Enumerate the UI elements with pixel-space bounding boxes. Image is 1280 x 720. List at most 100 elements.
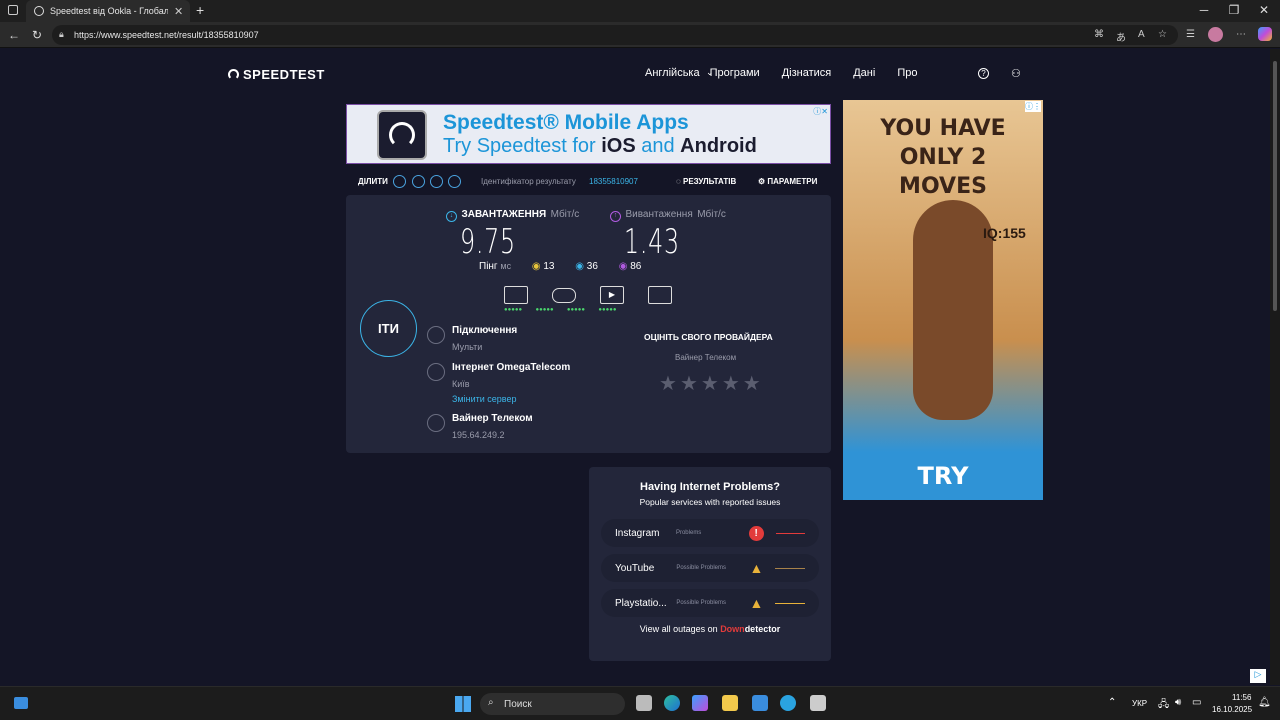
file-explorer-icon[interactable] (722, 695, 738, 711)
warning-icon: ▲ (749, 560, 764, 576)
globe-icon (427, 363, 445, 381)
ad-choices-icon[interactable]: ⓘ⋮ (1025, 101, 1041, 112)
favorite-star-icon[interactable]: ☆ (1158, 29, 1167, 40)
read-aloud-icon[interactable]: A (1138, 29, 1145, 40)
speedtest-app-icon (377, 110, 427, 160)
favorites-icon[interactable]: ☰ (1186, 29, 1195, 40)
clock-time[interactable]: 11:56 (1232, 693, 1251, 702)
alert-icon: ! (748, 525, 764, 541)
more-icon[interactable]: ⋯ (1236, 29, 1246, 40)
tab-actions-icon[interactable] (8, 5, 18, 15)
back-icon[interactable]: ← (8, 28, 20, 42)
browser-tab[interactable]: Speedtest від Ookla - Глобальни ✕ (26, 0, 190, 22)
taskbar: ⌕ Поиск ⌃ УКР 🖧︎ 🔊︎ ▭ 11:56 16.10.2025 🔔… (0, 686, 1280, 720)
result-id[interactable]: 18355810907 (589, 177, 638, 186)
profile-avatar[interactable] (1208, 27, 1223, 42)
facebook-icon[interactable] (430, 175, 444, 188)
widgets-icon[interactable] (14, 697, 28, 709)
connection-label: Підключення (452, 325, 518, 336)
settings-button[interactable]: ⚙ ПАРАМЕТРИ (758, 177, 817, 186)
site-info-icon[interactable]: 🔒︎ (59, 29, 64, 40)
ping-row: Пінг мс ◉ 13 ◉ 36 ◉ 86 (479, 261, 641, 272)
language-chevron-down-icon[interactable]: ⌄ (706, 67, 714, 78)
task-view-icon[interactable] (636, 695, 652, 711)
close-tab-icon[interactable]: ✕ (174, 5, 183, 18)
notification-icon[interactable]: 🔔︎ (1258, 697, 1271, 708)
outages-link[interactable]: View all outages on Downdetector (601, 624, 819, 634)
share-label: ДІЛИТИ (358, 176, 388, 186)
results-button[interactable]: ◌ РЕЗУЛЬТАТІВ (676, 177, 736, 186)
game-ad[interactable]: YOU HAVE ONLY 2 MOVES IQ:155 TRY ⓘ⋮ (843, 100, 1043, 500)
battery-icon[interactable]: ▭ (1192, 697, 1201, 708)
ping-up-value: 86 (630, 261, 642, 272)
rating-stars: ★ ★ ★ ★ ★ (659, 371, 764, 396)
rate-provider: Вайнер Телеком (675, 353, 737, 362)
mobile-apps-ad[interactable]: Speedtest® Mobile Apps Try Speedtest for… (346, 104, 831, 164)
twitter-icon[interactable] (411, 175, 425, 188)
scrollbar[interactable] (1270, 49, 1280, 685)
nav-language[interactable]: Англійська (645, 67, 700, 79)
clock-date[interactable]: 16.10.2025 (1212, 705, 1252, 714)
change-server-link[interactable]: Змінити сервер (452, 394, 516, 404)
provider-ip: 195.64.249.2 (452, 430, 505, 440)
user-icon[interactable]: ⚇ (1011, 67, 1021, 80)
address-bar-row: ← ↻ 🔒︎ https://www.speedtest.net/result/… (0, 22, 1280, 48)
refresh-icon[interactable]: ↻ (32, 28, 42, 42)
star-icon[interactable]: ★ (743, 373, 761, 395)
link-icon[interactable] (393, 175, 407, 188)
speedtest-favicon-icon (34, 6, 44, 16)
star-icon[interactable]: ★ (701, 373, 719, 395)
minimize-button[interactable]: ─ (1196, 3, 1212, 17)
service-row-instagram[interactable]: Instagram Problems ! (601, 519, 819, 547)
new-tab-button[interactable]: + (196, 2, 204, 18)
volume-icon[interactable]: 🔊︎ (1175, 697, 1181, 708)
nav-apps[interactable]: Програми (710, 67, 760, 79)
ad-try-button[interactable]: TRY (843, 462, 1043, 490)
tab-title: Speedtest від Ookla - Глобальни (50, 6, 168, 16)
ad-choices-icon[interactable]: ⓘ✕ (813, 106, 828, 117)
upload-unit: Мбіт/с (697, 209, 726, 220)
copilot-icon[interactable] (1258, 27, 1272, 41)
tray-chevron-icon[interactable]: ⌃ (1108, 697, 1116, 708)
gaming-icon (552, 288, 576, 303)
service-row-playstation[interactable]: Playstatio... Possible Problems ▲ (601, 589, 819, 617)
help-icon[interactable]: ? (978, 68, 989, 79)
server-city: Київ (452, 379, 470, 389)
rate-title: ОЦІНІТЬ СВОГО ПРОВАЙДЕРА (644, 332, 773, 342)
more-share-icon[interactable] (448, 175, 462, 188)
service-row-youtube[interactable]: YouTube Possible Problems ▲ (601, 554, 819, 582)
ad-choices-corner-icon[interactable]: ▷ (1250, 669, 1266, 683)
problems-subtitle: Popular services with reported issues (639, 497, 781, 507)
result-card: ↓ ЗАВАНТАЖЕННЯ Мбіт/с 9.75 ↑ Вивантаженн… (346, 195, 831, 453)
sparkline (775, 567, 805, 569)
upload-block: ↑ Вивантаження Мбіт/с 1.43 (610, 204, 726, 262)
download-value: 9.75 (460, 222, 516, 262)
nav-learn[interactable]: Дізнатися (782, 67, 832, 79)
go-button[interactable]: ІТИ (360, 300, 417, 357)
ping-label: Пінг (479, 261, 498, 272)
close-window-button[interactable]: ✕ (1256, 3, 1272, 17)
tracking-icon[interactable]: ⌘ (1094, 29, 1104, 40)
taskbar-search[interactable]: ⌕ Поиск (480, 693, 625, 715)
copilot-app-icon[interactable] (692, 695, 708, 711)
ping-idle-value: 13 (543, 261, 555, 272)
start-windows-icon[interactable] (455, 696, 471, 712)
edge-icon[interactable] (664, 695, 680, 711)
language-indicator[interactable]: УКР (1132, 699, 1147, 708)
nav-data[interactable]: Дані (853, 67, 875, 79)
network-icon[interactable]: 🖧︎ (1158, 697, 1169, 714)
url-field[interactable]: 🔒︎ https://www.speedtest.net/result/1835… (52, 25, 1178, 45)
star-icon[interactable]: ★ (722, 373, 740, 395)
translate-icon[interactable]: あ (1116, 29, 1126, 44)
app-icon[interactable] (810, 695, 826, 711)
result-id-label: Ідентифікатор результату (481, 177, 576, 186)
star-icon[interactable]: ★ (680, 373, 698, 395)
connection-value: Мульти (452, 342, 483, 352)
star-icon[interactable]: ★ (659, 373, 677, 395)
nav-about[interactable]: Про (897, 67, 917, 79)
browsing-icon (504, 286, 528, 304)
speedtest-logo[interactable]: SPEEDTEST (228, 67, 325, 82)
store-icon[interactable] (752, 695, 768, 711)
maximize-button[interactable]: ❐ (1226, 3, 1242, 17)
telegram-icon[interactable] (780, 695, 796, 711)
